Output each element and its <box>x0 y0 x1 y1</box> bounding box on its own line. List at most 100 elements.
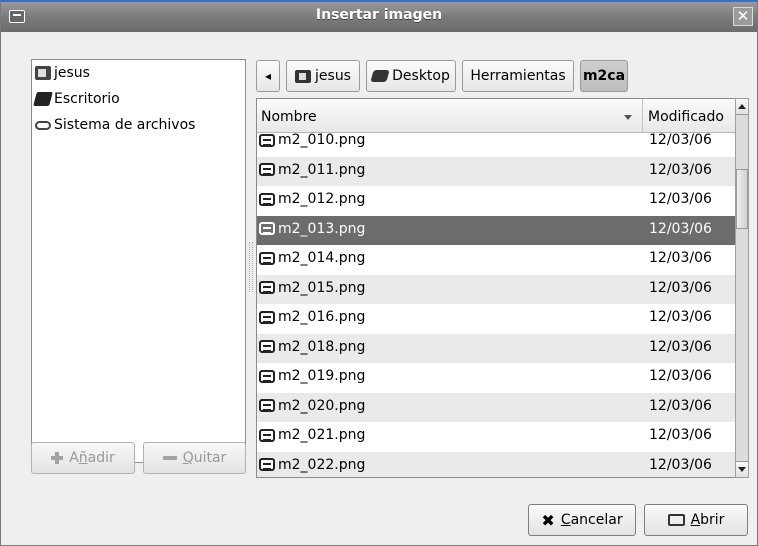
filesystem-icon <box>35 120 51 130</box>
window-title: Insertar imagen <box>315 7 443 23</box>
file-name-cell: m2_021.png <box>259 427 365 443</box>
file-name-cell: m2_020.png <box>259 398 365 414</box>
table-row[interactable]: m2_014.png 12/03/06 <box>257 245 735 274</box>
file-name: m2_020.png <box>278 397 366 414</box>
home-folder-icon <box>35 66 51 80</box>
remove-label: Quitar <box>182 450 227 466</box>
file-name-cell: m2_022.png <box>259 457 365 473</box>
table-row[interactable]: m2_010.png 12/03/06 <box>257 127 735 156</box>
file-modified-cell: 12/03/06 <box>649 132 712 148</box>
path-button-m2ca[interactable]: m2ca <box>580 60 628 92</box>
file-modified-cell: 12/03/06 <box>649 191 712 207</box>
remove-bookmark-button[interactable]: Quitar <box>143 442 246 474</box>
image-file-icon <box>259 251 275 265</box>
path-button-desktop[interactable]: Desktop <box>366 60 456 92</box>
place-item-desktop[interactable]: Escritorio <box>32 86 245 112</box>
table-row[interactable]: m2_021.png 12/03/06 <box>257 422 735 451</box>
file-modified-cell: 12/03/06 <box>649 338 712 355</box>
home-folder-icon <box>295 69 312 83</box>
table-row[interactable]: m2_015.png 12/03/06 <box>257 274 735 304</box>
place-label: jesus <box>54 65 90 81</box>
file-modified-cell: 12/03/06 <box>649 397 712 414</box>
title-bar[interactable]: Insertar imagen ✕ <box>1 2 757 32</box>
table-row[interactable]: m2_011.png 12/03/06 <box>257 156 735 186</box>
file-name: m2_012.png <box>278 191 366 207</box>
image-file-icon <box>259 163 275 176</box>
place-item-home[interactable]: jesus <box>32 60 245 86</box>
open-label: Abrir <box>690 512 725 528</box>
place-label: Escritorio <box>54 91 120 107</box>
file-name: m2_015.png <box>278 279 366 296</box>
file-name-cell: m2_016.png <box>259 309 365 325</box>
vertical-scrollbar[interactable] <box>735 98 749 478</box>
image-file-icon <box>259 340 275 353</box>
file-name: m2_013.png <box>278 220 366 237</box>
path-label: m2ca <box>582 68 626 84</box>
dialog-window: Insertar imagen ✕ jesus Escritorio Siste… <box>0 0 758 546</box>
file-modified-cell: 12/03/06 <box>649 456 712 473</box>
image-file-icon <box>259 399 275 412</box>
desktop-icon <box>33 92 53 106</box>
plus-icon <box>51 452 64 464</box>
place-label: Sistema de archivos <box>54 117 196 133</box>
path-label: Desktop <box>392 68 450 84</box>
file-name-cell: m2_015.png <box>259 280 365 296</box>
file-name: m2_016.png <box>278 309 366 325</box>
scrollbar-thumb[interactable] <box>736 169 748 229</box>
image-file-icon <box>259 192 275 206</box>
desktop-icon <box>370 70 390 82</box>
table-row[interactable]: m2_013.png 12/03/06 <box>257 215 735 245</box>
table-row[interactable]: m2_018.png 12/03/06 <box>257 333 735 363</box>
close-button[interactable]: ✕ <box>733 7 753 26</box>
table-row[interactable]: m2_019.png 12/03/06 <box>257 363 735 392</box>
image-file-icon <box>259 310 275 324</box>
file-name-cell: m2_018.png <box>259 339 365 355</box>
file-name: m2_011.png <box>278 161 366 178</box>
table-row[interactable]: m2_012.png 12/03/06 <box>257 186 735 215</box>
table-row[interactable]: m2_022.png 12/03/06 <box>257 451 735 477</box>
file-name: m2_021.png <box>278 427 366 443</box>
image-file-icon <box>259 369 275 383</box>
image-file-icon <box>259 222 275 235</box>
open-folder-icon <box>667 514 685 526</box>
file-modified-cell: 12/03/06 <box>649 427 712 443</box>
file-name-cell: m2_012.png <box>259 191 365 207</box>
open-button[interactable]: Abrir <box>644 504 748 536</box>
cancel-button[interactable]: ✖ Cancelar <box>528 504 636 536</box>
file-name: m2_018.png <box>278 338 366 355</box>
add-bookmark-button[interactable]: Añadir <box>31 442 135 474</box>
cancel-label: Cancelar <box>560 512 623 528</box>
file-modified-cell: 12/03/06 <box>649 220 712 237</box>
pane-resize-handle[interactable] <box>249 242 253 292</box>
scroll-down-icon[interactable] <box>736 461 748 477</box>
file-name: m2_022.png <box>278 456 366 473</box>
add-label: Añadir <box>69 450 115 466</box>
path-button-herramientas[interactable]: Herramientas <box>462 60 574 92</box>
places-sidebar: jesus Escritorio Sistema de archivos <box>31 59 246 463</box>
file-modified-cell: 12/03/06 <box>649 250 712 266</box>
path-label: jesus <box>315 68 351 84</box>
file-list: Nombre Modificado m2_010.png 12/03/06 m2_0… <box>256 98 736 478</box>
cancel-x-icon: ✖ <box>541 510 555 530</box>
path-button-jesus[interactable]: jesus <box>286 60 360 92</box>
image-file-icon <box>259 281 275 294</box>
left-arrow-icon: ◂ <box>264 69 272 83</box>
file-name-cell: m2_014.png <box>259 250 365 266</box>
place-item-filesystem[interactable]: Sistema de archivos <box>32 112 245 138</box>
table-row[interactable]: m2_020.png 12/03/06 <box>257 392 735 422</box>
file-modified-cell: 12/03/06 <box>649 309 712 325</box>
file-name: m2_014.png <box>278 250 366 266</box>
path-label: Herramientas <box>470 68 566 84</box>
file-name-cell: m2_013.png <box>259 221 365 237</box>
file-name-cell: m2_010.png <box>259 132 365 148</box>
file-name: m2_019.png <box>278 368 366 384</box>
minus-icon <box>162 456 177 460</box>
table-row[interactable]: m2_016.png 12/03/06 <box>257 304 735 333</box>
image-file-icon <box>259 458 275 471</box>
file-modified-cell: 12/03/06 <box>649 368 712 384</box>
file-name: m2_010.png <box>278 132 366 148</box>
scroll-up-icon[interactable] <box>736 99 748 115</box>
file-name-cell: m2_019.png <box>259 368 365 384</box>
file-modified-cell: 12/03/06 <box>649 279 712 296</box>
path-back-button[interactable]: ◂ <box>256 60 280 92</box>
